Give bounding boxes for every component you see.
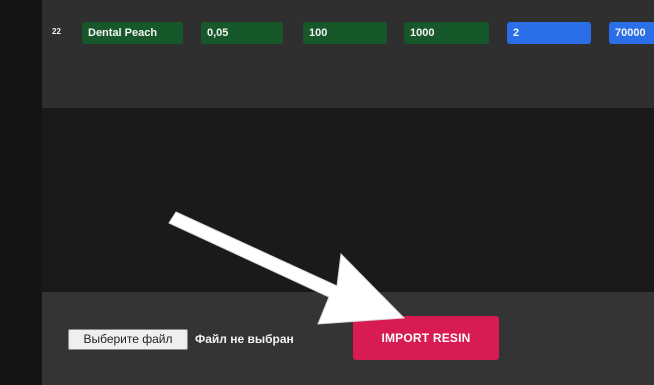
left-gutter	[0, 0, 42, 385]
parameter-field-4[interactable]: 1000	[404, 22, 489, 44]
row-index: 22	[52, 27, 61, 36]
import-panel: Выберите файл Файл не выбран IMPORT RESI…	[42, 292, 654, 385]
empty-area	[42, 108, 654, 292]
resin-name-field[interactable]: Dental Peach	[82, 22, 183, 44]
resin-table: 22 Dental Peach 0,05 100 1000 2 70000	[42, 0, 654, 108]
choose-file-button[interactable]: Выберите файл	[68, 329, 188, 350]
table-row: 22 Dental Peach 0,05 100 1000 2 70000	[42, 20, 654, 46]
parameter-field-3[interactable]: 100	[303, 22, 387, 44]
parameter-field-6[interactable]: 70000	[609, 22, 654, 44]
parameter-field-5[interactable]: 2	[507, 22, 591, 44]
file-status-text: Файл не выбран	[195, 332, 294, 346]
import-resin-button[interactable]: IMPORT RESIN	[353, 316, 499, 360]
layer-height-field[interactable]: 0,05	[201, 22, 283, 44]
